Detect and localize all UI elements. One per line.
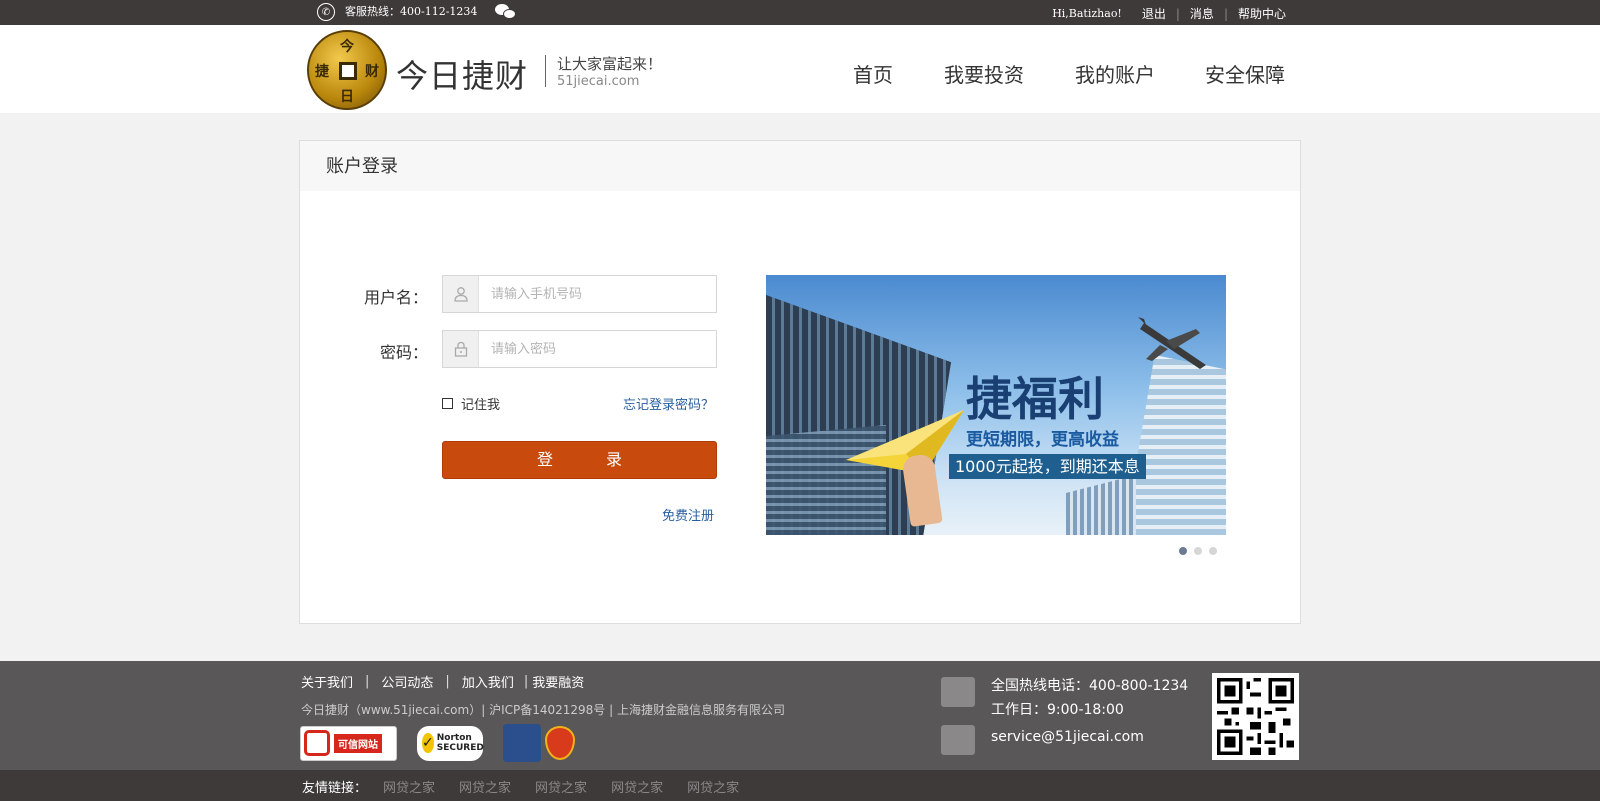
divider: | [1223,6,1228,21]
carousel-dots [1179,547,1217,555]
banner-title: 捷福利 [966,372,1104,426]
nav-security[interactable]: 安全保障 [1205,59,1285,88]
banner-tag: 1000元起投，到期还本息 [949,454,1146,479]
password-input[interactable] [479,331,716,367]
qr-code [1212,673,1299,760]
logo-char: 捷 [315,64,329,80]
promo-banner[interactable]: 捷福利 更短期限，更高收益 1000元起投，到期还本息 [766,275,1226,535]
remember-me[interactable]: 记住我 [442,394,500,413]
messages-link[interactable]: 消息 [1190,5,1214,22]
norton-badge[interactable]: ✓ Norton SECURED [417,725,484,761]
friend-links-label: 友情链接： [302,781,368,796]
help-center-link[interactable]: 帮助中心 [1238,5,1286,22]
friend-links-bar: 友情链接： 网贷之家 网贷之家 网贷之家 网贷之家 网贷之家 [0,770,1600,801]
carousel-dot[interactable] [1179,547,1187,555]
divider: | [1175,6,1180,21]
forgot-password-link[interactable]: 忘记登录密码？ [623,394,714,413]
phone-icon: ✆ [317,3,335,21]
divider: | [523,674,529,689]
service-email[interactable]: service@51jiecai.com [991,729,1188,745]
password-field[interactable] [442,330,717,368]
logo-char: 日 [340,89,354,105]
airplane-icon [1138,317,1206,369]
password-label: 密码： [379,343,428,362]
norton-label: Norton SECURED [436,733,484,753]
username-label: 用户名： [363,288,428,307]
footer-link-news[interactable]: 公司动态 [381,672,433,691]
coin-logo[interactable]: 今 捷 财 日 [307,30,387,110]
friend-link[interactable]: 网贷之家 [687,777,739,796]
police-badge[interactable] [503,724,541,762]
logout-link[interactable]: 退出 [1142,5,1166,22]
building-image [1066,475,1136,535]
trusted-site-badge[interactable]: 可信网站 [300,725,397,761]
divider: | [365,674,370,689]
lock-icon [443,331,479,367]
carousel-dot[interactable] [1209,547,1217,555]
login-button[interactable]: 登 录 [442,441,717,479]
trust-badges: 可信网站 ✓ Norton SECURED [300,724,575,762]
footer-link-about[interactable]: 关于我们 [301,672,353,691]
nav-invest[interactable]: 我要投资 [944,59,1024,88]
footer-link-join[interactable]: 加入我们 [462,672,514,691]
site-footer: 关于我们 | 公司动态 | 加入我们 | 我要融资 今日捷财（www.51jie… [0,661,1600,770]
telephone-icon [941,677,975,707]
banner-subtitle: 更短期限，更高收益 [966,430,1119,450]
wechat-icon[interactable] [495,3,517,21]
site-header: 今 捷 财 日 今日捷财 让大家富起来！ 51jiecai.com 首页 我要投… [0,25,1600,113]
username-input[interactable] [479,276,716,312]
divider: | [445,674,450,689]
nav-home[interactable]: 首页 [853,59,893,88]
friend-link[interactable]: 网贷之家 [383,777,435,796]
register-link[interactable]: 免费注册 [662,505,714,524]
slogan: 让大家富起来！ [557,55,663,73]
brand-name: 今日捷财 [396,57,529,95]
building-image [1124,355,1226,535]
company-info: 今日捷财（www.51jiecai.com）| 沪ICP备14021298号 |… [301,703,785,717]
shield-badge[interactable] [545,726,575,760]
username-field[interactable] [442,275,717,313]
top-bar: ✆ 客服热线：400-112-1234 Hi,Batizhao! 退出 | 消息… [0,0,1600,25]
trusted-site-label: 可信网站 [334,733,382,753]
user-icon [443,276,479,312]
mail-icon [941,725,975,755]
user-greeting: Hi,Batizhao! [1052,7,1122,20]
footer-link-financing[interactable]: 我要融资 [532,672,584,691]
contact-info: 全国热线电话：400-800-1234 工作日：9:00-18:00 servi… [991,675,1188,749]
logo-char: 今 [340,39,354,55]
working-hours: 工作日：9:00-18:00 [991,702,1124,718]
login-panel: 账户登录 用户名： 密码： 记住我 忘记登录密码？ 登 录 免费注册 [299,140,1301,624]
friend-link[interactable]: 网贷之家 [459,777,511,796]
panel-title: 账户登录 [300,141,1300,191]
footer-hotline: 全国热线电话：400-800-1234 [991,678,1189,694]
nav-my-account[interactable]: 我的账户 [1075,59,1155,88]
friend-link[interactable]: 网贷之家 [535,777,587,796]
remember-label: 记住我 [461,398,501,413]
friend-link[interactable]: 网贷之家 [611,777,663,796]
brand-divider [545,55,546,87]
hotline-text: 客服热线：400-112-1234 [345,5,478,18]
carousel-dot[interactable] [1194,547,1202,555]
remember-checkbox[interactable] [442,398,453,409]
footer-links: 关于我们 | 公司动态 | 加入我们 | 我要融资 [301,672,584,691]
logo-char: 财 [365,64,379,80]
site-domain: 51jiecai.com [557,74,640,89]
